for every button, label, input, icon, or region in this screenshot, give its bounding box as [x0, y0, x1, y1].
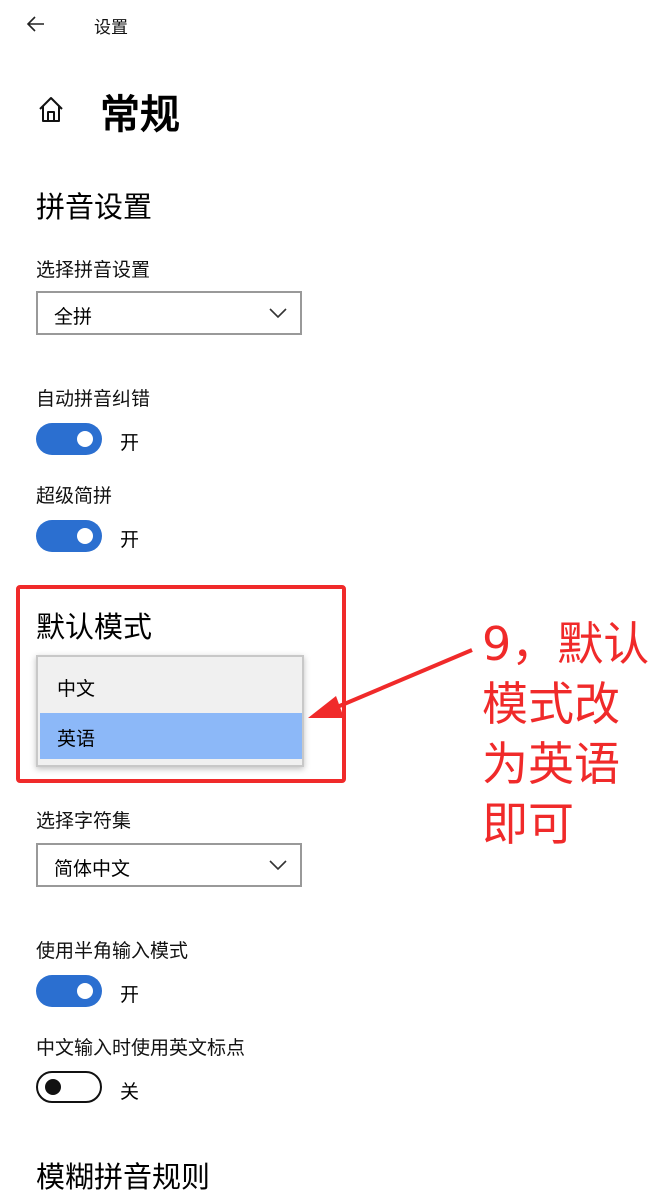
annotation-text: 9，默认 模式改 为英语 即可	[482, 614, 662, 854]
toggle-knob	[77, 983, 93, 999]
pinyin-select-label: 选择拼音设置	[36, 259, 151, 281]
pinyin-mode-combobox[interactable]: 全拼	[36, 291, 302, 335]
annotation-line: 即可	[482, 797, 574, 851]
home-icon[interactable]	[36, 94, 66, 124]
english-punct-toggle[interactable]	[36, 1071, 102, 1103]
autocorrect-state: 开	[120, 432, 140, 454]
dropdown-option-chinese[interactable]: 中文	[40, 663, 302, 709]
super-abbrev-label: 超级简拼	[36, 485, 113, 507]
window-title: 设置	[94, 18, 128, 38]
annotation-arrow-icon	[308, 648, 473, 718]
autocorrect-label: 自动拼音纠错	[36, 388, 151, 410]
halfwidth-label: 使用半角输入模式	[36, 940, 189, 962]
chevron-down-icon	[269, 860, 287, 871]
halfwidth-toggle[interactable]	[36, 975, 102, 1007]
fuzzy-section-title: 模糊拼音规则	[36, 1160, 211, 1194]
english-punct-label: 中文输入时使用英文标点	[36, 1037, 246, 1059]
pinyin-mode-value: 全拼	[54, 306, 93, 328]
annotation-line: 为英语	[482, 737, 620, 791]
default-mode-dropdown[interactable]: 中文 英语	[36, 655, 304, 767]
super-abbrev-toggle[interactable]	[36, 520, 102, 552]
option-label: 英语	[57, 728, 96, 750]
annotation-line: 9，默认	[482, 617, 650, 671]
pinyin-section-title: 拼音设置	[36, 190, 153, 224]
toggle-knob	[77, 528, 93, 544]
charset-combobox[interactable]: 简体中文	[36, 843, 302, 887]
chevron-down-icon	[269, 308, 287, 319]
dropdown-option-english[interactable]: 英语	[40, 713, 302, 759]
charset-label: 选择字符集	[36, 810, 132, 832]
toggle-knob	[45, 1079, 61, 1095]
toggle-knob	[77, 431, 93, 447]
default-mode-title: 默认模式	[36, 610, 153, 644]
english-punct-state: 关	[120, 1081, 140, 1103]
autocorrect-toggle[interactable]	[36, 423, 102, 455]
super-abbrev-state: 开	[120, 529, 140, 551]
back-arrow-icon[interactable]	[24, 12, 48, 36]
option-label: 中文	[57, 678, 96, 700]
page-title: 常规	[100, 92, 180, 138]
charset-value: 简体中文	[54, 858, 131, 880]
halfwidth-state: 开	[120, 984, 140, 1006]
annotation-line: 模式改	[482, 677, 620, 731]
